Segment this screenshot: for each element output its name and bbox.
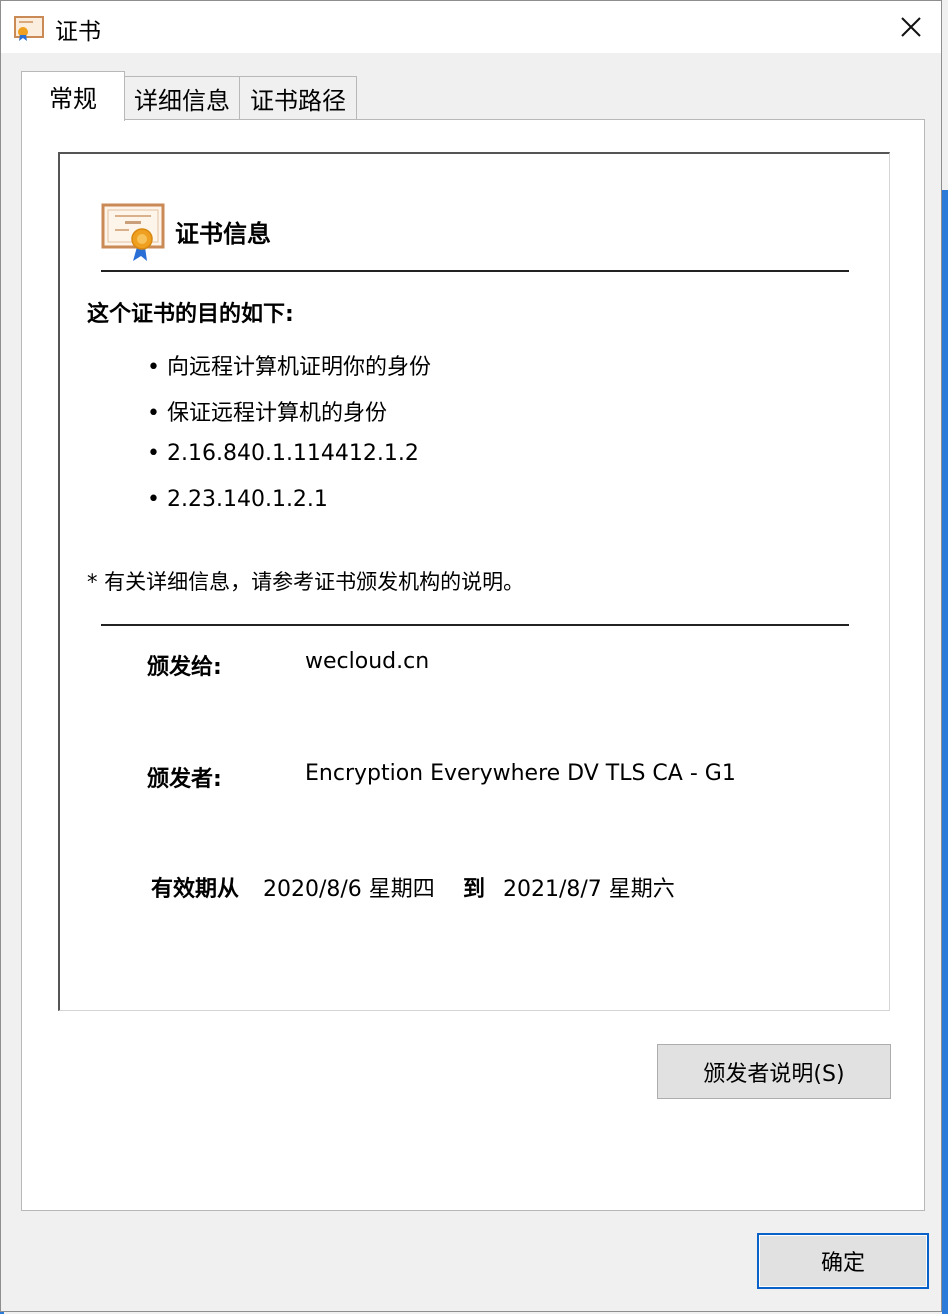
certificate-info-heading: 证书信息 — [175, 220, 271, 248]
title-bar: 证书 — [1, 1, 941, 53]
details-note: * 有关详细信息，请参考证书颁发机构的说明。 — [87, 570, 525, 594]
background-window-edge — [942, 190, 948, 1314]
certificate-dialog: 证书 常规 详细信息 证书路径 证书信息 这个证书的目的如下: • 向远程计算机… — [0, 0, 942, 1312]
purpose-item: • 向远程计算机证明你的身份 — [147, 355, 431, 380]
purpose-text: 2.16.840.1.114412.1.2 — [166, 441, 419, 466]
tab-certification-path[interactable]: 证书路径 — [239, 76, 357, 120]
purpose-text: 2.23.140.1.2.1 — [166, 487, 328, 512]
issued-to-label: 颁发给: — [147, 655, 222, 680]
certificate-icon — [14, 16, 44, 41]
tab-label: 常规 — [49, 85, 97, 113]
purpose-text: 保证远程计算机的身份 — [166, 401, 387, 426]
issued-by-value: Encryption Everywhere DV TLS CA - G1 — [305, 761, 736, 786]
valid-from-value: 2020/8/6 星期四 — [263, 877, 435, 902]
issued-by-label: 颁发者: — [147, 767, 222, 792]
purpose-heading: 这个证书的目的如下: — [87, 302, 294, 327]
close-icon — [901, 17, 921, 37]
tab-label: 证书路径 — [250, 87, 346, 115]
purpose-item: • 2.16.840.1.114412.1.2 — [147, 441, 419, 466]
issued-to-value: wecloud.cn — [305, 649, 430, 674]
tab-general[interactable]: 常规 — [21, 71, 125, 121]
divider — [101, 624, 849, 626]
valid-to-label: 到 — [463, 877, 486, 902]
ok-button[interactable]: 确定 — [757, 1233, 929, 1289]
close-button[interactable] — [881, 1, 941, 53]
valid-from-label: 有效期从 — [151, 877, 240, 902]
purpose-text: 向远程计算机证明你的身份 — [166, 355, 431, 380]
issuer-statement-button[interactable]: 颁发者说明(S) — [657, 1044, 891, 1099]
certificate-icon — [101, 203, 165, 261]
divider — [101, 270, 849, 272]
button-label: 颁发者说明(S) — [703, 1061, 845, 1087]
window-title: 证书 — [55, 19, 101, 45]
purpose-item: • 保证远程计算机的身份 — [147, 401, 387, 426]
tab-details[interactable]: 详细信息 — [124, 76, 240, 120]
button-label: 确定 — [820, 1251, 865, 1276]
purpose-item: • 2.23.140.1.2.1 — [147, 487, 328, 512]
valid-to-value: 2021/8/7 星期六 — [503, 877, 675, 902]
tab-label: 详细信息 — [134, 87, 230, 115]
